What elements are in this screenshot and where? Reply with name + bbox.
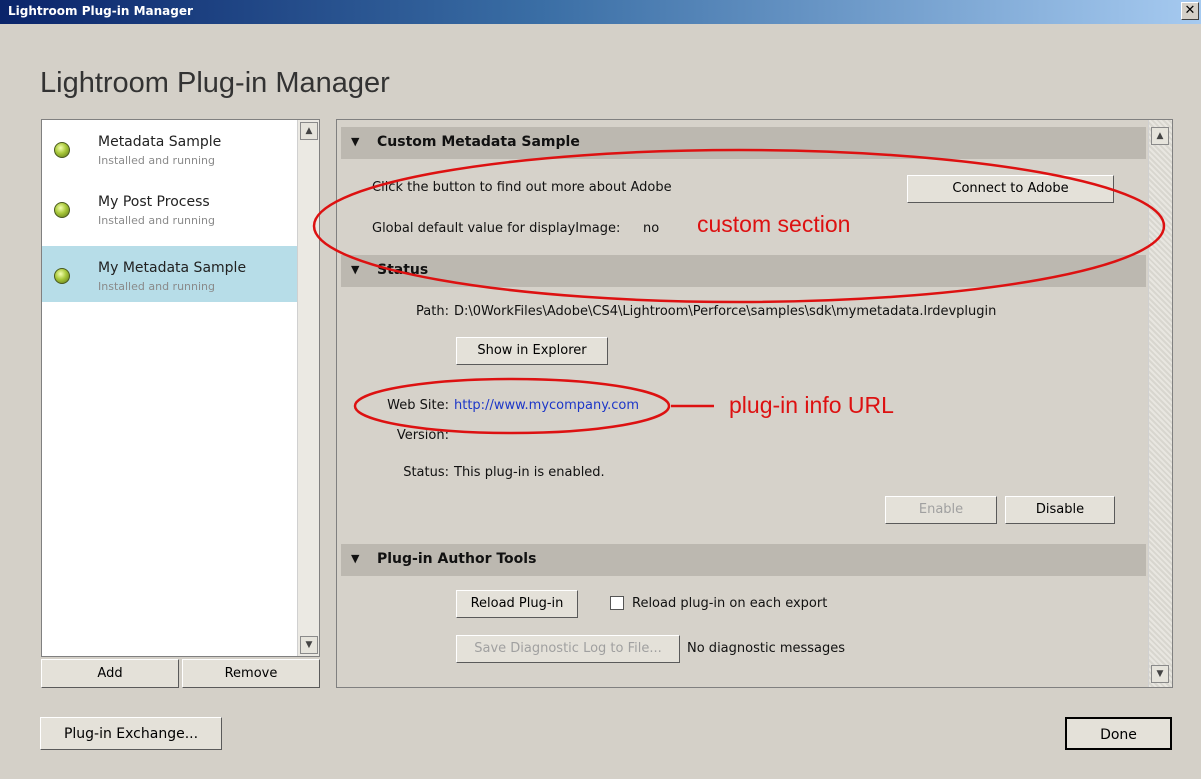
section-title: Status — [377, 262, 429, 278]
status-led-icon — [54, 268, 70, 284]
enable-button[interactable]: Enable — [885, 496, 997, 524]
section-header-status[interactable]: ▼ Status — [341, 255, 1146, 287]
list-button-bar: Add Remove — [41, 659, 320, 688]
plugin-name: My Post Process — [98, 194, 210, 210]
annotation-plugin-info-url: plug-in info URL — [729, 392, 894, 418]
list-scrollbar[interactable]: ▲ ▼ — [297, 120, 319, 656]
scroll-up-icon[interactable]: ▲ — [300, 122, 318, 140]
annotation-custom-section: custom section — [697, 211, 851, 237]
scroll-down-icon[interactable]: ▼ — [300, 636, 318, 654]
path-value: D:\0WorkFiles\Adobe\CS4\Lightroom\Perfor… — [454, 304, 997, 319]
status-value: This plug-in is enabled. — [454, 465, 605, 480]
save-diagnostic-log-button[interactable]: Save Diagnostic Log to File... — [456, 635, 680, 663]
plugin-status: Installed and running — [98, 154, 215, 167]
status-led-icon — [54, 202, 70, 218]
section-header-author-tools[interactable]: ▼ Plug-in Author Tools — [341, 544, 1146, 576]
disable-button[interactable]: Disable — [1005, 496, 1115, 524]
path-label: Path: — [416, 304, 449, 319]
diagnostic-status-text: No diagnostic messages — [687, 641, 846, 656]
triangle-down-icon: ▼ — [351, 135, 360, 148]
plugin-list-item[interactable]: Metadata Sample Installed and running — [42, 120, 298, 176]
show-in-explorer-button[interactable]: Show in Explorer — [456, 337, 608, 365]
version-label: Version: — [396, 428, 449, 443]
global-default-label: Global default value for displayImage: — [372, 221, 621, 236]
plugin-name: My Metadata Sample — [98, 260, 247, 276]
plugin-status: Installed and running — [98, 280, 215, 293]
plugin-list-item[interactable]: My Post Process Installed and running — [42, 180, 298, 236]
website-label: Web Site: — [387, 398, 449, 413]
panel-scrollbar[interactable]: ▲ ▼ — [1148, 120, 1172, 687]
global-default-value: no — [643, 221, 660, 236]
add-button[interactable]: Add — [41, 659, 179, 688]
reload-on-export-checkbox[interactable] — [610, 596, 624, 610]
plugin-list-item-selected[interactable]: My Metadata Sample Installed and running — [42, 246, 298, 302]
status-label: Status: — [403, 465, 449, 480]
custom-info-text: Click the button to find out more about … — [372, 180, 672, 195]
plugin-exchange-button[interactable]: Plug-in Exchange... — [40, 717, 222, 750]
window-title: Lightroom Plug-in Manager — [8, 4, 193, 18]
section-header-custom[interactable]: ▼ Custom Metadata Sample — [341, 127, 1146, 159]
scroll-down-icon[interactable]: ▼ — [1151, 665, 1169, 683]
section-title: Custom Metadata Sample — [377, 134, 580, 150]
section-title: Plug-in Author Tools — [377, 551, 537, 567]
close-icon[interactable]: ✕ — [1181, 2, 1199, 20]
scroll-up-icon[interactable]: ▲ — [1151, 127, 1169, 145]
website-link[interactable]: http://www.mycompany.com — [454, 398, 639, 413]
done-button[interactable]: Done — [1065, 717, 1172, 750]
dialog-heading: Lightroom Plug-in Manager — [40, 67, 390, 99]
triangle-down-icon: ▼ — [351, 263, 360, 276]
triangle-down-icon: ▼ — [351, 552, 360, 565]
reload-on-export-label: Reload plug-in on each export — [632, 596, 828, 611]
remove-button[interactable]: Remove — [182, 659, 320, 688]
plugin-status: Installed and running — [98, 214, 215, 227]
window-titlebar: Lightroom Plug-in Manager — [0, 0, 1201, 24]
plugin-name: Metadata Sample — [98, 134, 222, 150]
plugin-list[interactable]: Metadata Sample Installed and running My… — [41, 119, 320, 657]
status-led-icon — [54, 142, 70, 158]
connect-to-adobe-button[interactable]: Connect to Adobe — [907, 175, 1114, 203]
reload-plugin-button[interactable]: Reload Plug-in — [456, 590, 578, 618]
